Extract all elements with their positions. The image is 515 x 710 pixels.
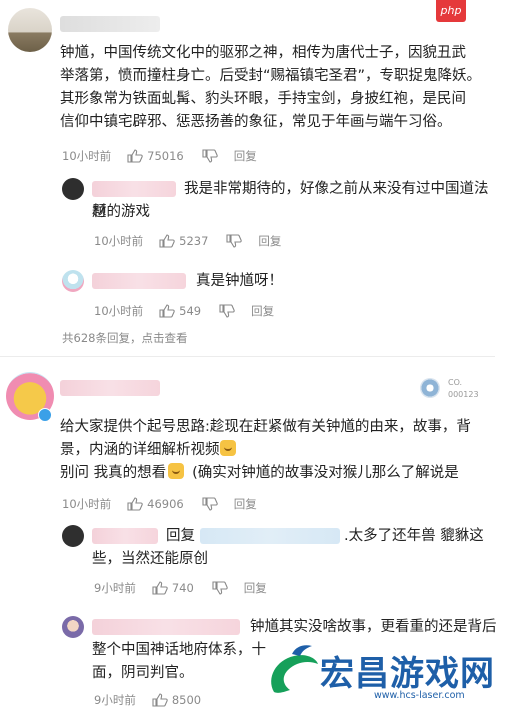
reply-meta: 9小时前 740 回复 — [94, 580, 267, 596]
reply-meta: 9小时前 8500 — [94, 693, 202, 707]
reply-text: 些，当然还能原创 — [92, 551, 208, 567]
username-blurred[interactable] — [92, 619, 240, 635]
reply-meta: 10小时前 549 回复 — [94, 303, 275, 319]
fan-badge-label: CO. — [448, 378, 463, 387]
fan-badge-code: 000123 — [448, 390, 479, 399]
cat-emoji-icon — [219, 440, 236, 456]
reply-button[interactable]: 回复 — [258, 233, 281, 249]
reply-text: 整个中国神话地府体系，十 面，阴司判官。 — [92, 642, 266, 681]
user-avatar[interactable] — [62, 525, 84, 547]
like-button[interactable]: 549 — [159, 304, 201, 318]
comment-text: 给大家提供个起号思路:趁现在赶紧做有关钟馗的由来，故事，背 景，内涵的详细解析视… — [60, 419, 471, 481]
like-button[interactable]: 740 — [152, 581, 194, 595]
reply-text: 真是钟馗呀！ — [196, 273, 283, 289]
thumbs-up-icon — [127, 497, 143, 511]
like-button[interactable]: 46906 — [127, 497, 184, 511]
thumbs-up-icon — [159, 304, 175, 318]
divider — [0, 356, 495, 357]
thumbs-up-icon — [127, 149, 143, 163]
fan-badge-icon[interactable] — [420, 378, 440, 398]
thumbs-down-icon[interactable] — [202, 497, 218, 511]
comment-meta: 10小时前 75016 回复 — [62, 148, 257, 164]
reply-meta: 10小时前 5237 回复 — [94, 233, 282, 249]
like-count: 75016 — [147, 149, 184, 163]
reply-text: 材的游戏 — [92, 204, 150, 220]
watermark-url: www.hcs-laser.com — [374, 690, 465, 701]
like-button[interactable]: 75016 — [127, 149, 184, 163]
reply-text: 钟馗其实没啥故事，更看重的还是背后 — [250, 619, 497, 635]
php-badge: php — [436, 0, 466, 22]
comment-meta: 10小时前 46906 回复 — [62, 496, 257, 512]
username-blurred[interactable] — [92, 528, 158, 544]
thumbs-up-icon — [159, 234, 175, 248]
timestamp: 10小时前 — [62, 149, 112, 163]
thumbs-down-icon[interactable] — [226, 234, 243, 248]
watermark-title: 宏昌游戏网 — [320, 654, 495, 694]
reply-to-label: 回复 — [166, 528, 195, 544]
mention-blurred[interactable] — [200, 528, 340, 544]
user-avatar[interactable] — [62, 178, 84, 200]
thumbs-down-icon[interactable] — [219, 304, 235, 318]
user-avatar[interactable] — [8, 8, 52, 52]
like-button[interactable]: 5237 — [159, 234, 208, 248]
cat-emoji-icon — [168, 463, 185, 479]
reply-button[interactable]: 回复 — [234, 496, 257, 512]
dragon-logo-icon — [271, 645, 318, 693]
user-avatar[interactable] — [62, 270, 84, 292]
username-blurred[interactable] — [92, 273, 186, 289]
reply-button[interactable]: 回复 — [244, 580, 267, 596]
reply-button[interactable]: 回复 — [251, 303, 274, 319]
like-button[interactable]: 8500 — [152, 693, 201, 707]
username-blurred[interactable] — [60, 16, 160, 32]
verified-badge-icon — [38, 408, 52, 422]
thumbs-down-icon[interactable] — [202, 149, 218, 163]
reply-text: .太多了还年兽 貔貅这 — [344, 528, 484, 544]
thumbs-down-icon[interactable] — [212, 581, 228, 595]
comment-text: 钟馗，中国传统文化中的驱邪之神，相传为唐代士子，因貌丑武 举落第，愤而撞柱身亡。… — [60, 45, 482, 130]
reply-button[interactable]: 回复 — [234, 148, 257, 164]
thumbs-up-icon — [152, 581, 168, 595]
username-blurred[interactable] — [60, 380, 160, 396]
view-all-replies-link[interactable]: 共628条回复，点击查看 — [62, 330, 187, 346]
thumbs-up-icon — [152, 693, 168, 707]
user-avatar[interactable] — [62, 616, 84, 638]
